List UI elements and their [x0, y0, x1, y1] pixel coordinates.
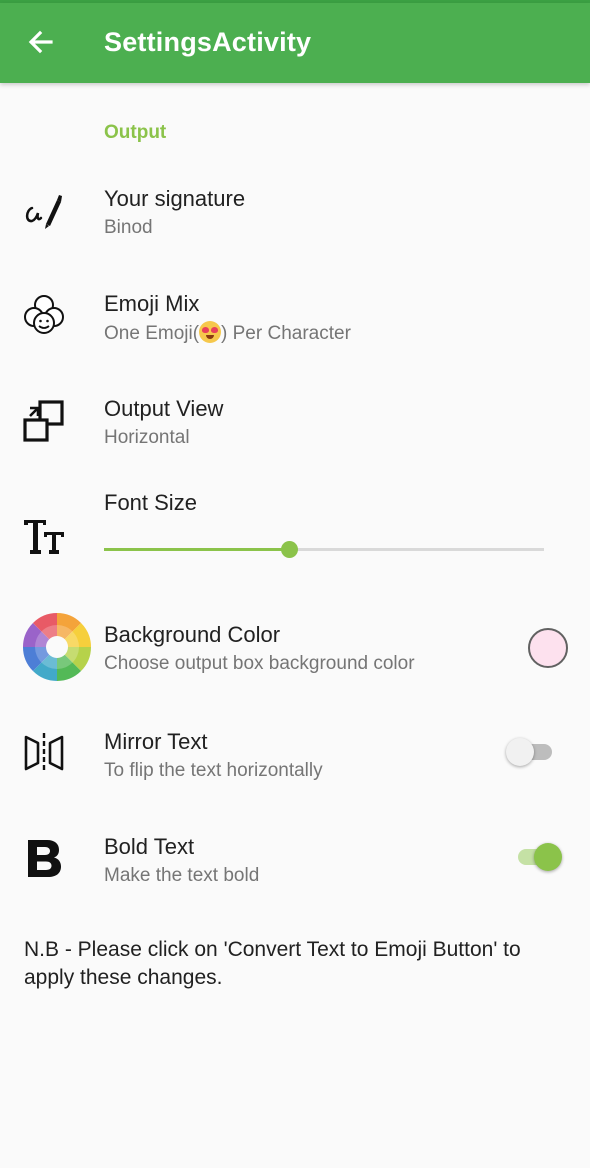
- app-bar: SettingsActivity: [0, 3, 590, 83]
- setting-title: Emoji Mix: [104, 291, 200, 316]
- setting-title: Your signature: [104, 186, 246, 211]
- setting-mirror-text[interactable]: Mirror Text To flip the text horizontall…: [0, 723, 590, 803]
- setting-summary: One Emoji( ) Per Character: [104, 321, 351, 345]
- setting-summary: Choose output box background color: [104, 653, 415, 674]
- bold-b-icon: [28, 840, 61, 877]
- setting-title: Background Color: [104, 622, 281, 647]
- instruction-note: N.B - Please click on 'Convert Text to E…: [24, 938, 521, 989]
- setting-summary: To flip the text horizontally: [104, 760, 323, 781]
- setting-background-color[interactable]: Background Color Choose output box backg…: [0, 613, 590, 698]
- font-size-slider[interactable]: [104, 541, 544, 558]
- mirror-icon: [24, 733, 64, 773]
- bold-text-switch[interactable]: [518, 843, 562, 871]
- mirror-text-switch[interactable]: [506, 738, 552, 766]
- summary-text-before: One Emoji(: [104, 323, 200, 344]
- switch-knob: [534, 843, 562, 871]
- setting-signature[interactable]: Your signature Binod: [0, 180, 590, 260]
- app-bar-title: SettingsActivity: [104, 27, 312, 57]
- setting-title: Output View: [104, 396, 224, 421]
- slider-fill: [104, 548, 289, 551]
- setting-title: Mirror Text: [104, 729, 208, 754]
- setting-title: Bold Text: [104, 834, 195, 859]
- output-view-icon: [23, 400, 64, 442]
- switch-knob: [506, 738, 534, 766]
- setting-emoji-mix[interactable]: Emoji Mix One Emoji( ) Per Character: [0, 285, 590, 365]
- setting-summary: Binod: [104, 217, 153, 238]
- background-color-swatch[interactable]: [528, 628, 568, 668]
- signature-pen-icon: [25, 195, 62, 229]
- slider-thumb[interactable]: [280, 541, 298, 558]
- color-wheel-icon: [23, 613, 91, 681]
- setting-title: Font Size: [104, 490, 197, 515]
- text-size-icon: [24, 520, 64, 554]
- summary-text-after: ) Per Character: [221, 323, 351, 344]
- setting-bold-text[interactable]: Bold Text Make the text bold: [0, 828, 590, 908]
- heart-eyes-emoji-icon: [199, 321, 222, 343]
- arrow-left-icon[interactable]: [24, 25, 58, 59]
- emoji-faces-icon: [24, 295, 64, 334]
- setting-font-size: Font Size: [0, 484, 590, 584]
- setting-output-view[interactable]: Output View Horizontal: [0, 390, 590, 470]
- setting-summary: Horizontal: [104, 427, 190, 448]
- category-output-label: Output: [104, 122, 167, 143]
- setting-summary: Make the text bold: [104, 865, 260, 886]
